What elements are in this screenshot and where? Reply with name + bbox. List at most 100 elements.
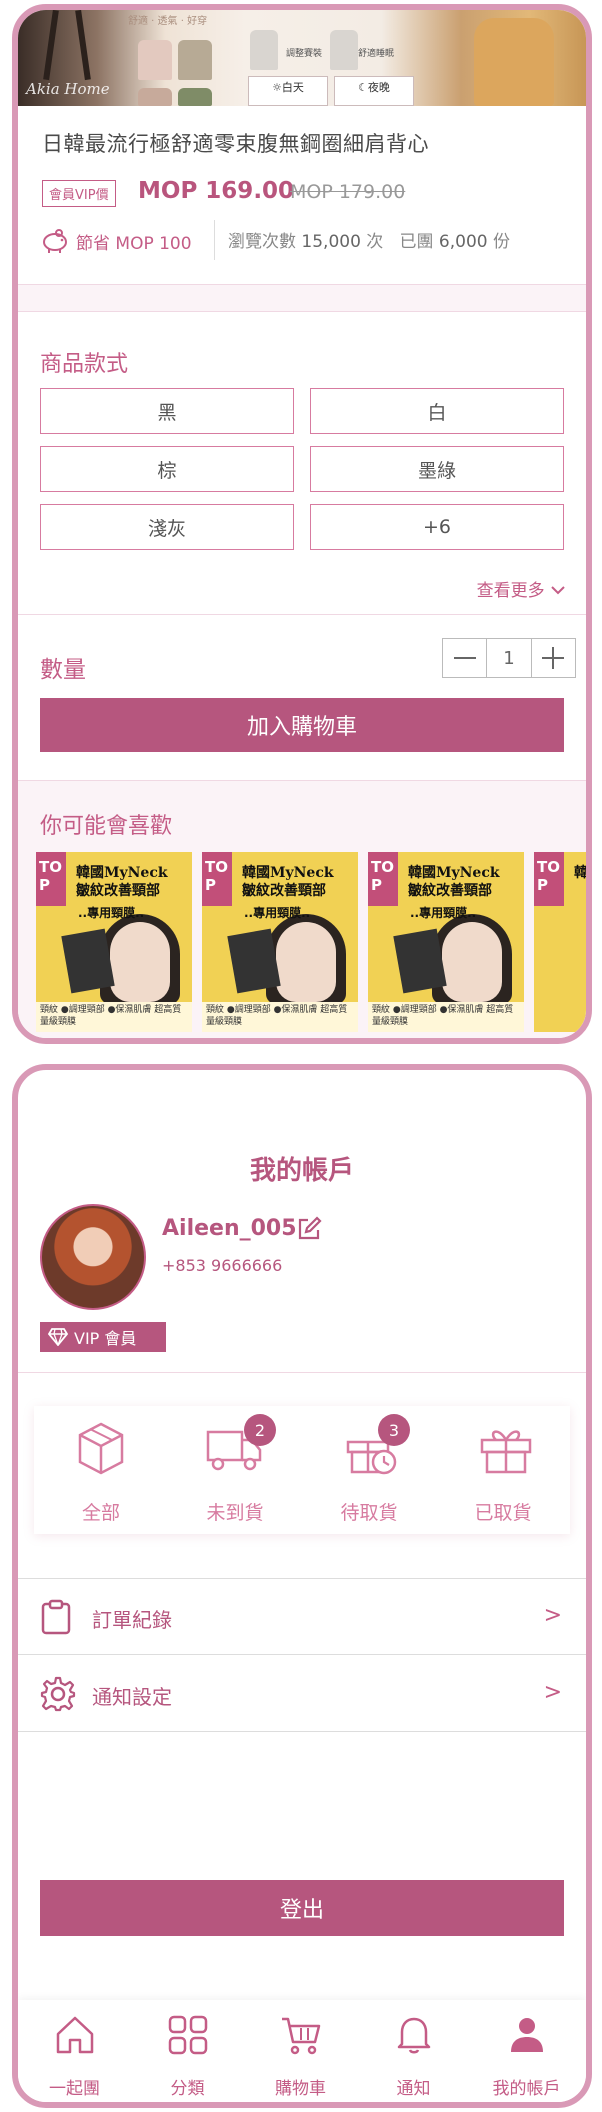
home-icon [56,2016,94,2054]
option-more-count[interactable]: +6 [310,504,564,550]
chevron-right-icon: > [543,1603,562,1628]
bottom-tab-bar: 一起團 分類 購物車 通知 我的帳戶 [18,2000,586,2102]
logout-button[interactable]: 登出 [40,1880,564,1936]
banner-label: 舒適睡眠 [358,49,395,59]
menu-order-history[interactable]: 訂單紀錄 > [18,1579,586,1655]
product-title: 日韓最流行極舒適零束腹無鋼圈細肩背心 [42,132,429,156]
card-footer: 頸紋 ●調理頸部 ●保濕肌膚 超高質量級頸膜 [368,1002,524,1032]
box-icon [78,1422,124,1475]
quantity-label: 數量 [40,657,86,683]
add-to-cart-button[interactable]: 加入購物車 [40,698,564,752]
to-pick-up-count-badge: 3 [378,1414,410,1446]
account-screen: 我的帳戶 Aileen_005 +853 9666666 VIP 會員 全部 2… [12,1064,592,2108]
decrease-button[interactable] [443,639,486,677]
tab-label: 通知 [396,2079,431,2099]
divider [18,311,586,312]
bell-icon [397,2017,431,2054]
brand-watermark: Akia Home [26,80,110,98]
not-arrived-count-badge: 2 [244,1414,276,1446]
orders-to-pick-up-label: 待取貨 [340,1502,398,1524]
top-badge: TO P [36,852,66,906]
recommend-carousel[interactable]: TO P 韓國MyNeck 皺紋改善頸部 ..專用頸膜.. 頸紋 ●調理頸部 ●… [36,852,586,1032]
card-headline: 韓國MyNeck 皺紋改善頸部 [408,865,500,899]
chevron-down-icon [551,586,565,595]
banner-day-box: ☼白天 [248,76,328,106]
quantity-value[interactable]: 1 [486,639,532,677]
orders-all[interactable]: 全部 [34,1406,168,1534]
tab-group-buy[interactable]: 一起團 [18,2000,131,2102]
option-white[interactable]: 白 [310,388,564,434]
top-badge: TO P [534,852,564,906]
orders-all-label: 全部 [81,1502,120,1524]
see-more-link[interactable]: 查看更多 [477,576,566,601]
product-banner-image: 舒適 · 透氣 · 好穿 調整賽裝 舒適睡眠 ☼白天 ☾夜晚 Akia Home [18,10,586,106]
savings-row: 節省 MOP 100 [40,224,192,258]
diamond-icon [48,1328,68,1346]
option-dark-green[interactable]: 墨綠 [310,446,564,492]
tab-label: 一起團 [49,2079,100,2099]
top-badge: TO P [202,852,232,906]
minus-icon [453,657,476,659]
increase-button[interactable] [532,639,575,677]
tab-label: 我的帳戶 [492,2079,561,2099]
style-section-title: 商品款式 [40,352,129,377]
edit-icon[interactable] [296,1216,322,1242]
card-footer: 頸紋 ●調理頸部 ●保濕肌膚 超高質量級頸膜 [202,1002,358,1032]
grid-icon [168,2015,208,2055]
section-gap [18,285,586,311]
orders-not-arrived[interactable]: 2 未到貨 [168,1406,302,1534]
original-price: MOP 179.00 [290,181,406,203]
menu-label: 通知設定 [92,1685,172,1709]
view-stats: 瀏覽次數 15,000 次 已團 6,000 份 [228,227,510,252]
card-subtitle: ..專用頸膜.. [244,906,311,920]
orders-picked-up[interactable]: 已取貨 [436,1406,570,1534]
username: Aileen_005 [162,1216,297,1241]
tab-categories[interactable]: 分類 [131,2000,244,2102]
cart-icon [282,2017,321,2055]
recommend-card[interactable]: TO P 韓國MyNeck 皺紋改善頸部 ..專用頸膜.. 頸紋 ●調理頸部 ●… [368,852,524,1032]
order-status-panel: 全部 2 未到貨 3 待取貨 已取貨 [34,1406,570,1534]
model-face [276,922,336,1002]
top-badge: TO P [368,852,398,906]
plus-icon [542,647,565,669]
avatar[interactable] [40,1204,146,1310]
recommend-card[interactable]: TO P 韓國MyNeck 皺紋改善頸部 ..專用頸膜.. 頸紋 ●調理頸部 ●… [36,852,192,1032]
model-face [442,922,502,1002]
savings-text: 節省 MOP 100 [76,233,192,254]
tab-label: 購物車 [275,2079,326,2099]
views-count: 15,000 [301,232,361,252]
sold-count: 6,000 [438,232,488,252]
see-more-label: 查看更多 [476,581,545,601]
recommend-card[interactable]: TO P 韓國MyNeck 皺紋改善頸部 ..專用頸膜.. 頸紋 ●調理頸部 ●… [202,852,358,1032]
divider [18,614,586,615]
product-screen: 舒適 · 透氣 · 好穿 調整賽裝 舒適睡眠 ☼白天 ☾夜晚 Akia Home… [12,4,592,1044]
vip-member-label: VIP 會員 [74,1329,137,1348]
card-footer: 頸紋 ●調理頸部 ●保濕肌膚 超高質量級頸膜 [36,1002,192,1032]
orders-to-pick-up[interactable]: 3 待取貨 [302,1406,436,1534]
gear-icon [40,1676,76,1712]
card-subtitle: ..專用頸膜.. [78,906,145,920]
divider [214,220,215,260]
gift-icon [480,1430,532,1474]
tab-cart[interactable]: 購物車 [244,2000,357,2102]
piggy-bank-icon [43,229,67,253]
option-light-gray[interactable]: 淺灰 [40,504,294,550]
option-brown[interactable]: 棕 [40,446,294,492]
banner-night-box: ☾夜晚 [334,76,414,106]
tab-my-account[interactable]: 我的帳戶 [470,2000,583,2102]
clipboard-icon [41,1599,71,1635]
menu-label: 訂單紀錄 [92,1608,172,1632]
vip-member-badge: VIP 會員 [40,1322,166,1352]
card-headline: 韓國MyNeck 皺紋改善頸部 [242,865,334,899]
orders-picked-up-label: 已取貨 [474,1502,532,1524]
option-black[interactable]: 黑 [40,388,294,434]
recommend-card[interactable]: TO P 韓國MyNeck [534,852,586,1032]
tab-notifications[interactable]: 通知 [357,2000,470,2102]
model-face [110,922,170,1002]
card-headline: 韓國MyNeck 皺紋改善頸部 [76,865,168,899]
user-icon [511,2018,543,2052]
menu-notification-settings[interactable]: 通知設定 > [18,1656,586,1732]
quantity-stepper: 1 [442,638,576,678]
vip-price-tag: 會員VIP價 [42,180,116,207]
views-label: 瀏覽次數 [228,232,296,252]
